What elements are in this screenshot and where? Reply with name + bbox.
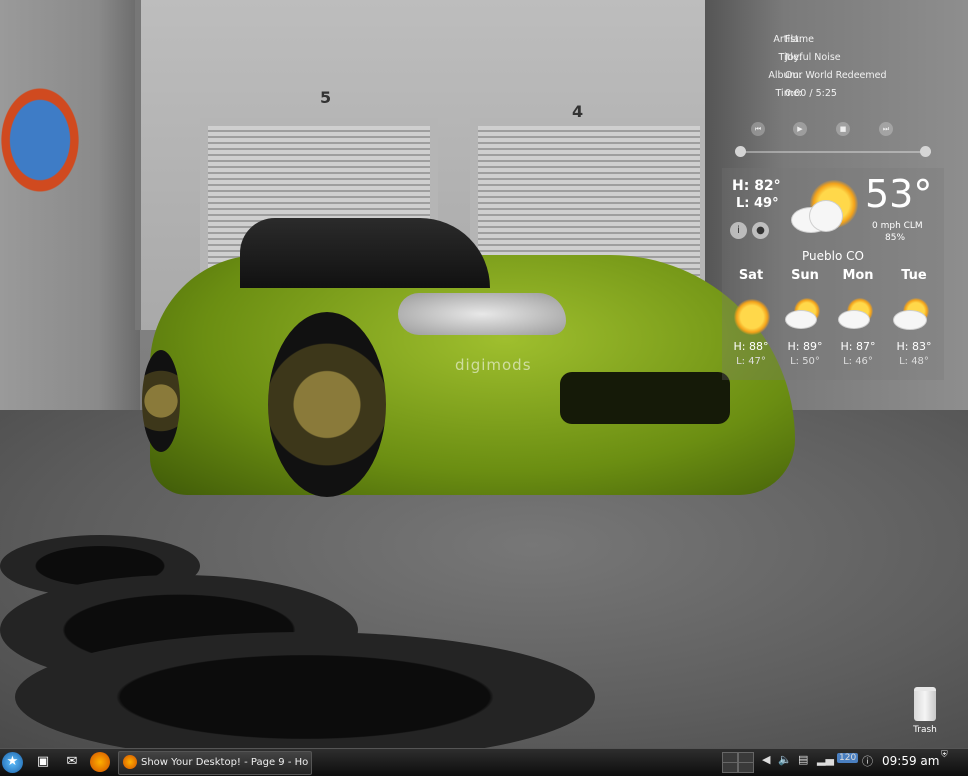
weather-humidity: 85% bbox=[885, 233, 906, 243]
forecast-low: L: 50° bbox=[790, 356, 820, 367]
firefox-icon bbox=[123, 755, 137, 769]
weather-today-high: H: 82° bbox=[732, 178, 781, 194]
wallpaper-door-number-4: 4 bbox=[572, 102, 584, 121]
forecast-day: Sat bbox=[738, 268, 764, 283]
desktop-icon[interactable]: ▣ bbox=[32, 752, 54, 772]
forecast-day: Tue bbox=[901, 268, 927, 283]
volume-handle[interactable] bbox=[920, 146, 931, 157]
globe-icon[interactable]: ● bbox=[752, 222, 769, 239]
weather-widget: H: 82° L: 49° i ● 53° 0 mph CLM 85% Pueb… bbox=[722, 168, 944, 380]
wallpaper-car-roof bbox=[240, 218, 490, 288]
forecast-high: H: 89° bbox=[787, 340, 823, 353]
now-playing-album-row: Album: Our World Redeemed bbox=[722, 70, 944, 84]
clipboard-icon[interactable]: ▤ bbox=[798, 753, 808, 766]
taskbar-window-title: Show Your Desktop! - Page 9 - Ho bbox=[141, 757, 309, 768]
forecast-high: H: 83° bbox=[896, 340, 932, 353]
info-icon[interactable]: i bbox=[730, 222, 747, 239]
firefox-icon[interactable] bbox=[90, 752, 110, 772]
desktop-pager-3[interactable] bbox=[722, 762, 738, 773]
taskbar: ★ ▣ ✉ Show Your Desktop! - Page 9 - Ho ◀… bbox=[0, 748, 968, 776]
network-signal-icon[interactable]: ▂▄ bbox=[817, 753, 834, 766]
updates-badge[interactable]: 120 bbox=[837, 753, 859, 763]
taskbar-window-firefox[interactable]: Show Your Desktop! - Page 9 - Ho bbox=[118, 751, 312, 775]
wallpaper-graffiti bbox=[0, 60, 100, 220]
taskbar-clock[interactable]: 09:59 am bbox=[882, 754, 939, 768]
play-icon[interactable]: ▶ bbox=[793, 122, 807, 136]
trash-label: Trash bbox=[913, 725, 937, 735]
forecast-low: L: 46° bbox=[843, 356, 873, 367]
wallpaper-car-headlight bbox=[398, 293, 566, 335]
wallpaper-car-rear-wheel bbox=[142, 350, 180, 452]
now-playing-album: Our World Redeemed bbox=[785, 70, 887, 81]
security-shield-icon[interactable]: ⛨ bbox=[941, 750, 948, 760]
weather-today-low: L: 49° bbox=[736, 196, 779, 211]
trash-icon bbox=[914, 687, 936, 721]
next-icon[interactable]: ⏭ bbox=[879, 122, 893, 136]
now-playing-title: Joyful Noise bbox=[785, 52, 841, 63]
tray-arrow-icon[interactable]: ◀ bbox=[762, 753, 770, 766]
wallpaper-car-front-wheel bbox=[268, 312, 386, 497]
forecast-high: H: 88° bbox=[733, 340, 769, 353]
wallpaper-door-number-5: 5 bbox=[320, 88, 332, 107]
now-playing-title-row: Title: Joyful Noise bbox=[722, 52, 944, 66]
info-tray-icon[interactable]: ⓘ bbox=[862, 753, 873, 769]
now-playing-artist-row: Artist: Flame bbox=[722, 34, 944, 48]
forecast-day: Mon bbox=[842, 268, 874, 283]
forecast-day: Sun bbox=[791, 268, 819, 283]
seek-bar[interactable] bbox=[736, 151, 931, 153]
forecast-low: L: 48° bbox=[899, 356, 929, 367]
trash-desktop-icon[interactable]: Trash bbox=[905, 687, 945, 739]
weather-wind: 0 mph CLM bbox=[872, 221, 923, 231]
weather-current-temp: 53° bbox=[865, 172, 933, 216]
forecast-high: H: 87° bbox=[840, 340, 876, 353]
now-playing-time-row: Time: 0:00 / 5:25 bbox=[722, 88, 944, 102]
mail-icon[interactable]: ✉ bbox=[61, 752, 83, 772]
forecast-low: L: 47° bbox=[736, 356, 766, 367]
desktop-pager-4[interactable] bbox=[738, 762, 754, 773]
kde-menu-icon[interactable]: ★ bbox=[2, 752, 23, 773]
volume-icon[interactable]: 🔈 bbox=[778, 753, 792, 766]
seek-handle[interactable] bbox=[735, 146, 746, 157]
previous-icon[interactable]: ⏮ bbox=[751, 122, 765, 136]
now-playing-widget: Artist: Flame Title: Joyful Noise Album:… bbox=[722, 26, 944, 166]
wallpaper-car-intake bbox=[560, 372, 730, 424]
now-playing-time: 0:00 / 5:25 bbox=[785, 88, 837, 99]
weather-location: Pueblo CO bbox=[802, 249, 864, 263]
stop-icon[interactable]: ■ bbox=[836, 122, 850, 136]
wallpaper-car-decal: digimods bbox=[455, 356, 532, 374]
now-playing-artist: Flame bbox=[785, 34, 815, 45]
